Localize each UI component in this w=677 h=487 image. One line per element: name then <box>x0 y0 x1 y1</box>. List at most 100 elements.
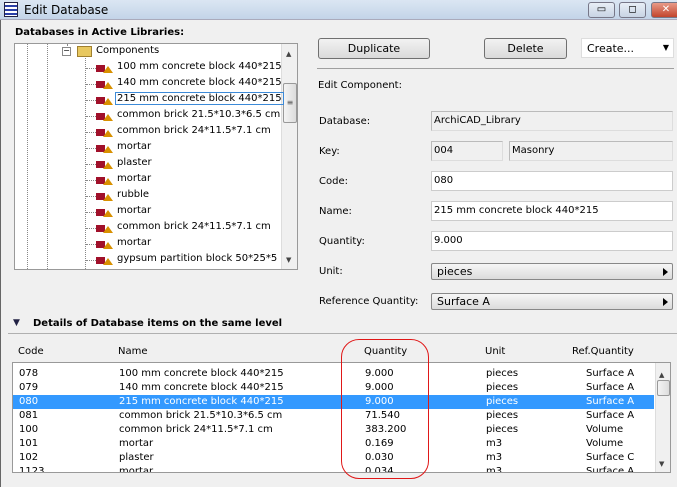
tree-item-label: plaster <box>117 157 152 168</box>
tree-item[interactable]: plaster <box>15 156 281 172</box>
scroll-down-icon[interactable]: ▼ <box>286 256 291 264</box>
tree-scrollbar[interactable]: ▲ ≡ ▼ <box>281 44 297 269</box>
table-row[interactable]: 080 215 mm concrete block 440*215 9.000 pie… <box>13 395 654 409</box>
restore-button[interactable]: ◻ <box>619 2 646 18</box>
tree-item[interactable]: common brick 24*11.5*7.1 cm <box>15 220 281 236</box>
code-input[interactable]: 080 <box>431 171 673 191</box>
window-title: Edit Database <box>24 3 109 17</box>
details-heading[interactable]: Details of Database items on the same le… <box>33 318 282 329</box>
column-code[interactable]: Code <box>18 346 44 357</box>
cell-name: 140 mm concrete block 440*215 <box>119 382 284 393</box>
cell-name: common brick 21.5*10.3*6.5 cm <box>119 410 283 421</box>
tree-label: Databases in Active Libraries: <box>15 27 185 38</box>
scroll-up-icon[interactable]: ▲ <box>286 50 291 58</box>
tree-item-label: 100 mm concrete block 440*215 <box>117 61 282 72</box>
cell-code: 080 <box>19 396 39 407</box>
cell-name: plaster <box>119 452 154 463</box>
folder-label: Components <box>96 45 160 56</box>
tree-item[interactable]: mortar <box>15 140 281 156</box>
tree-connector <box>86 196 96 197</box>
close-button[interactable]: ✕ <box>651 2 677 18</box>
table-row[interactable]: 101 mortar 0.169 m3 Volume <box>13 437 654 451</box>
tree-connector <box>86 228 96 229</box>
tree-item[interactable]: 215 mm concrete block 440*215 <box>15 92 284 108</box>
cell-unit: pieces <box>486 368 519 379</box>
component-icon <box>96 207 113 217</box>
arrow-right-icon <box>663 268 668 276</box>
cell-name: common brick 24*11.5*7.1 cm <box>119 424 273 435</box>
tree-connector <box>86 132 96 133</box>
table-row[interactable]: 081 common brick 21.5*10.3*6.5 cm 71.540 pi… <box>13 409 654 423</box>
table-row[interactable]: 1123 mortar 0.034 m3 Surface A <box>13 465 654 473</box>
component-icon <box>96 239 113 249</box>
tree-item[interactable]: common brick 21.5*10.3*6.5 cm <box>15 108 281 124</box>
column-name[interactable]: Name <box>118 346 148 357</box>
tree-item[interactable]: gypsum partition block 50*25*5 <box>15 252 281 268</box>
tree-item-label: mortar <box>117 141 152 152</box>
tree-item-label: mortar <box>117 237 152 248</box>
unit-value: pieces <box>437 265 473 278</box>
tree-item-label: common brick 24*11.5*7.1 cm <box>117 125 271 136</box>
component-icon <box>96 255 113 265</box>
cell-ref-quantity: Volume <box>586 424 624 435</box>
tree-connector <box>86 260 96 261</box>
component-icon <box>96 79 113 89</box>
cell-ref-quantity: Volume <box>586 438 624 449</box>
delete-button[interactable]: Delete <box>484 38 567 59</box>
create-label: Create... <box>587 42 635 55</box>
cell-unit: m3 <box>486 466 503 473</box>
tree-item[interactable]: common brick 24*11.5*7.1 cm <box>15 124 281 140</box>
scroll-thumb[interactable]: ≡ <box>283 83 297 123</box>
table-row[interactable]: 100 common brick 24*11.5*7.1 cm 383.200 pie… <box>13 423 654 437</box>
tree-connector <box>86 100 96 101</box>
tree-item-label: gypsum partition block 50*25*5 <box>117 253 278 264</box>
tree-connector <box>86 212 96 213</box>
component-icon <box>96 223 113 233</box>
folder-icon <box>77 46 92 57</box>
minimize-button[interactable]: ▭ <box>588 2 615 18</box>
quantity-highlight-ring <box>341 339 429 479</box>
library-tree[interactable]: − Components ▲ ≡ ▼ 100 mm concrete block… <box>14 43 298 270</box>
tree-item[interactable]: 100 mm concrete block 440*215 <box>15 60 282 76</box>
reference-quantity-label: Reference Quantity: <box>319 296 419 307</box>
scroll-up-icon[interactable]: ▲ <box>659 371 664 379</box>
quantity-label: Quantity: <box>319 236 365 247</box>
tree-item[interactable]: mortar <box>15 204 281 220</box>
component-icon <box>96 127 113 137</box>
key-code-field: 004 <box>431 141 503 161</box>
name-input[interactable]: 215 mm concrete block 440*215 <box>431 201 673 221</box>
list-scrollbar[interactable]: ▲ ▼ <box>655 363 670 472</box>
duplicate-button[interactable]: Duplicate <box>318 38 430 59</box>
table-row[interactable]: 102 plaster 0.030 m3 Surface C <box>13 451 654 465</box>
cell-unit: pieces <box>486 396 519 407</box>
tree-item[interactable]: mortar <box>15 172 281 188</box>
table-row[interactable]: 078 100 mm concrete block 440*215 9.000 pie… <box>13 367 654 381</box>
column-ref-quantity[interactable]: Ref.Quantity <box>572 346 634 357</box>
tree-connector <box>86 148 96 149</box>
tree-item[interactable]: mortar <box>15 236 281 252</box>
unit-select[interactable]: pieces <box>431 263 673 280</box>
tree-item-label: common brick 24*11.5*7.1 cm <box>117 221 271 232</box>
scroll-down-icon[interactable]: ▼ <box>659 460 664 468</box>
create-dropdown[interactable]: Create... ▼ <box>581 38 674 58</box>
cell-unit: pieces <box>486 424 519 435</box>
collapse-triangle-icon[interactable]: ▼ <box>13 318 20 328</box>
database-label: Database: <box>319 116 371 127</box>
cell-code: 081 <box>19 410 39 421</box>
tree-item-label: common brick 21.5*10.3*6.5 cm <box>117 109 281 120</box>
cell-code: 078 <box>19 368 39 379</box>
cell-unit: m3 <box>486 438 503 449</box>
quantity-input[interactable]: 9.000 <box>431 231 673 251</box>
reference-quantity-select[interactable]: Surface A <box>431 293 673 310</box>
cell-unit: pieces <box>486 382 519 393</box>
tree-item[interactable]: 140 mm concrete block 440*215 <box>15 76 282 92</box>
component-icon <box>96 63 113 73</box>
collapse-icon[interactable]: − <box>62 47 71 56</box>
column-unit[interactable]: Unit <box>485 346 505 357</box>
tree-item-label: mortar <box>117 173 152 184</box>
scroll-thumb[interactable] <box>657 380 670 396</box>
table-row[interactable]: 079 140 mm concrete block 440*215 9.000 pie… <box>13 381 654 395</box>
key-label: Key: <box>319 146 340 157</box>
tree-item[interactable]: rubble <box>15 188 281 204</box>
tree-item-label: 215 mm concrete block 440*215 <box>115 92 284 105</box>
